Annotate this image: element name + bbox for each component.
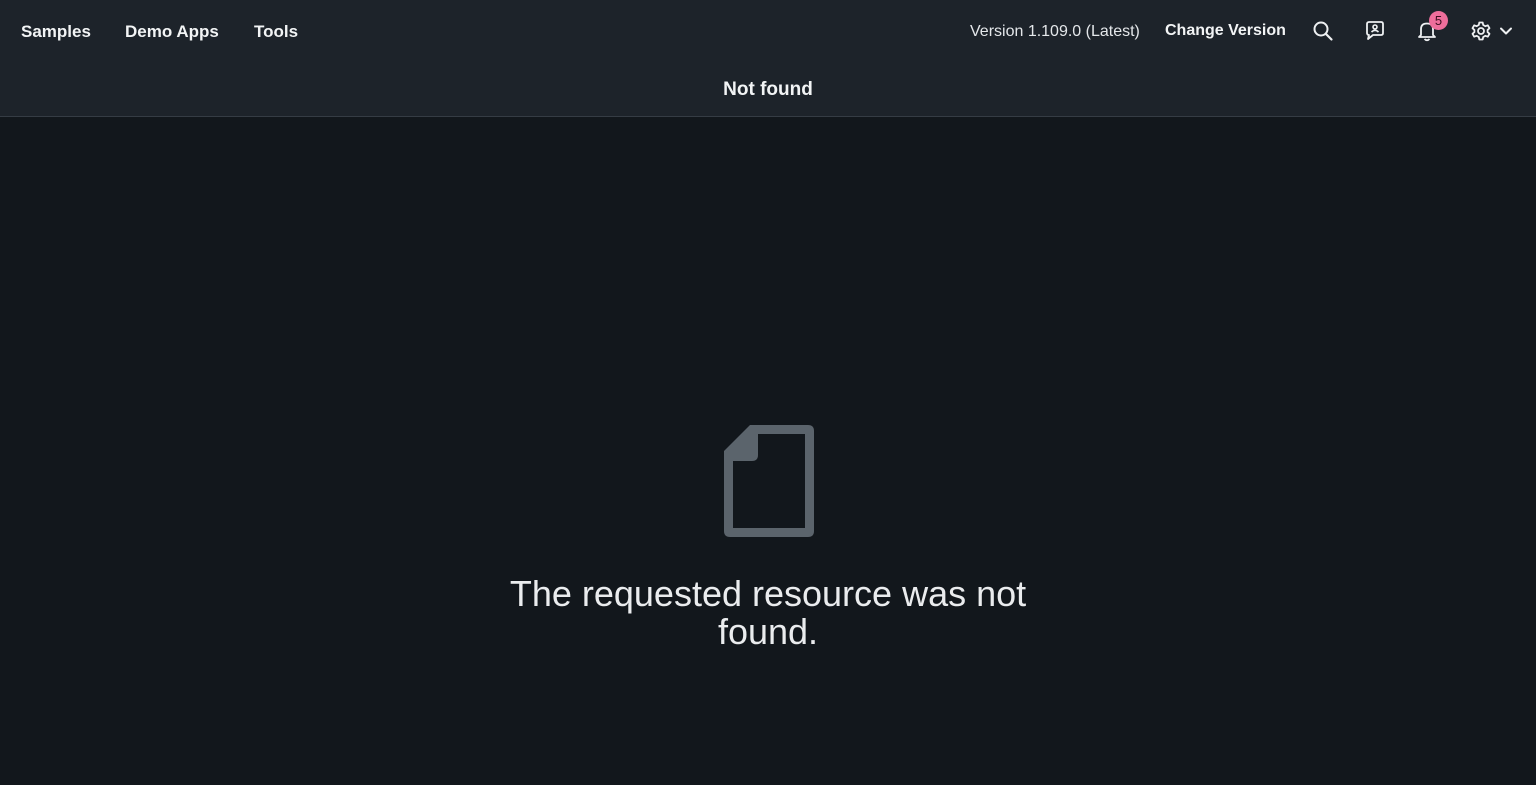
- search-icon: [1313, 21, 1333, 41]
- gear-icon: [1471, 21, 1491, 41]
- page-header: Not found: [0, 62, 1536, 117]
- settings-menu-toggle[interactable]: [1492, 15, 1520, 47]
- nav-demo-apps[interactable]: Demo Apps: [125, 20, 219, 44]
- notification-count-badge: 5: [1429, 11, 1448, 30]
- feedback-button[interactable]: [1359, 15, 1391, 47]
- not-found-page: The requested resource was not found.: [0, 117, 1536, 785]
- document-icon: [724, 425, 814, 537]
- chevron-down-icon: [1500, 27, 1512, 35]
- search-button[interactable]: [1307, 15, 1339, 47]
- change-version-button[interactable]: Change Version: [1165, 18, 1286, 44]
- version-label: Version 1.109.0 (Latest): [970, 23, 1140, 40]
- not-found-message: The requested resource was not found.: [509, 573, 1027, 652]
- feedback-icon: [1366, 21, 1384, 40]
- shell-bar: Samples Demo Apps Tools Version 1.109.0 …: [0, 0, 1536, 62]
- nav-samples[interactable]: Samples: [21, 20, 91, 44]
- nav-tools[interactable]: Tools: [254, 20, 298, 44]
- page-title: Not found: [723, 79, 813, 100]
